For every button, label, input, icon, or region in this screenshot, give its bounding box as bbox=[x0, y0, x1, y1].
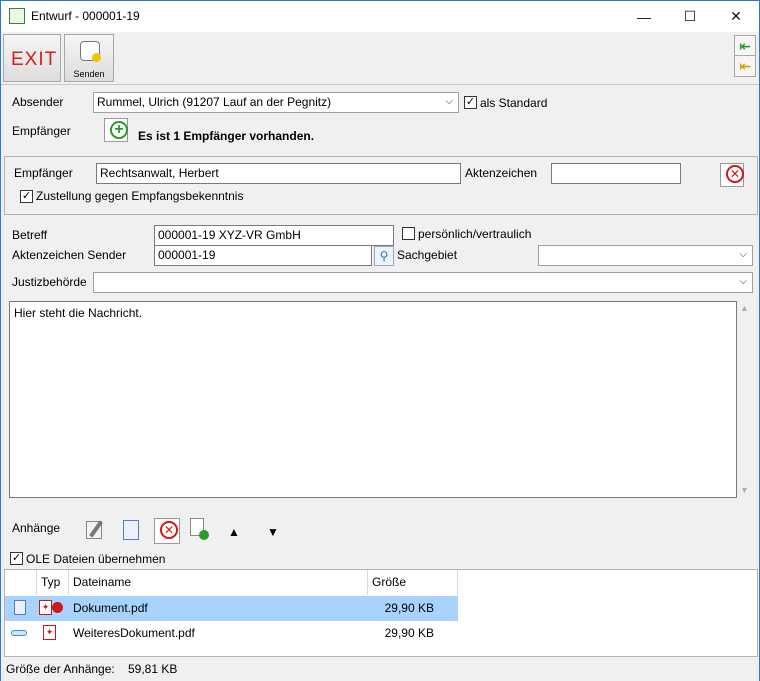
persoenlich-checkbox[interactable] bbox=[402, 227, 415, 240]
ole-label: OLE Dateien übernehmen bbox=[26, 552, 166, 566]
betreff-input[interactable]: 000001-19 XYZ-VR GmbH bbox=[154, 225, 394, 246]
aktenzeichen-sender-input[interactable]: 000001-19 bbox=[154, 245, 372, 266]
signature-seal-icon bbox=[52, 602, 63, 613]
remove-recipient-button[interactable]: ✕ bbox=[720, 163, 744, 187]
maximize-button[interactable]: ☐ bbox=[667, 1, 713, 32]
col-header-dateiname[interactable]: Dateiname bbox=[69, 570, 368, 595]
close-button[interactable]: ✕ bbox=[713, 1, 759, 32]
aktenzeichen-sender-label: Aktenzeichen Sender bbox=[12, 248, 127, 262]
status-bar: Größe der Anhänge: 59,81 KB bbox=[1, 657, 759, 681]
file-name: Dokument.pdf bbox=[73, 601, 148, 615]
app-icon bbox=[9, 8, 25, 24]
zustellung-label: Zustellung gegen Empfangsbekenntnis bbox=[36, 189, 244, 203]
arrow-left-yellow-icon[interactable]: ⇤ bbox=[734, 55, 756, 77]
persoenlich-label: persönlich/vertraulich bbox=[418, 227, 532, 241]
message-textarea[interactable]: Hier steht die Nachricht. bbox=[9, 301, 737, 498]
send-badge-icon bbox=[92, 53, 101, 62]
col-header-typ[interactable]: Typ bbox=[37, 570, 69, 595]
remove-icon: ✕ bbox=[726, 165, 744, 183]
table-row[interactable]: ✦ WeiteresDokument.pdf 29,90 KB bbox=[5, 621, 458, 646]
sachgebiet-label: Sachgebiet bbox=[397, 248, 458, 262]
anhaenge-label: Anhänge bbox=[12, 521, 61, 535]
move-down-icon[interactable]: ▼ bbox=[267, 525, 279, 539]
file-name: WeiteresDokument.pdf bbox=[73, 626, 195, 640]
send-mail-icon bbox=[80, 41, 101, 62]
table-row[interactable]: ✦ Dokument.pdf 29,90 KB bbox=[5, 596, 458, 621]
toolbar: EXIT Senden ⇤ ⇤ bbox=[1, 32, 759, 85]
add-icon: + bbox=[110, 121, 128, 139]
title-bar: Entwurf - 000001-19 — ☐ ✕ bbox=[1, 1, 759, 32]
move-up-icon[interactable]: ▲ bbox=[228, 525, 240, 539]
exit-label: EXIT bbox=[11, 49, 58, 70]
justizbehoerde-label: Justizbehörde bbox=[12, 275, 87, 289]
file-size: 29,90 KB bbox=[384, 601, 434, 615]
zustellung-checkbox[interactable]: ✓ bbox=[20, 190, 33, 203]
file-size: 29,90 KB bbox=[384, 626, 434, 640]
arrow-left-green-icon[interactable]: ⇤ bbox=[734, 35, 756, 57]
absender-value: Rummel, Ulrich (91207 Lauf an der Pegnit… bbox=[97, 95, 332, 109]
empfaenger-label: Empfänger bbox=[14, 166, 73, 180]
document-icon[interactable] bbox=[123, 520, 139, 540]
sachgebiet-select[interactable]: ⌵ bbox=[538, 245, 753, 266]
als-standard-label: als Standard bbox=[480, 96, 548, 110]
add-recipient-button[interactable]: + bbox=[104, 118, 128, 142]
scroll-up-icon[interactable]: ▲ bbox=[740, 303, 749, 313]
recipient-count-text: Es ist 1 Empfänger vorhanden. bbox=[138, 129, 315, 143]
empfaenger-header-label: Empfänger bbox=[12, 124, 71, 138]
col-header-blank bbox=[5, 570, 37, 595]
empfaenger-input[interactable]: Rechtsanwalt, Herbert bbox=[96, 163, 461, 184]
senden-label: Senden bbox=[73, 69, 105, 79]
message-scrollbar[interactable]: ▲ ▼ bbox=[737, 301, 752, 498]
add-list-icon[interactable] bbox=[190, 518, 212, 542]
senden-button[interactable]: Senden bbox=[64, 34, 114, 82]
recipient-panel: Empfänger Rechtsanwalt, Herbert Aktenzei… bbox=[4, 156, 758, 215]
chevron-down-icon: ⌵ bbox=[739, 249, 747, 260]
delete-icon: ✕ bbox=[160, 521, 178, 539]
scroll-down-icon[interactable]: ▼ bbox=[740, 485, 749, 495]
attachment-clip-icon bbox=[11, 630, 27, 636]
col-header-groesse[interactable]: Größe bbox=[368, 570, 458, 595]
total-size-label: Größe der Anhänge: bbox=[6, 662, 115, 676]
minimize-button[interactable]: — bbox=[621, 1, 667, 32]
chevron-down-icon: ⌵ bbox=[739, 276, 747, 287]
aktenzeichen-input[interactable] bbox=[551, 163, 681, 184]
als-standard-checkbox[interactable]: ✓ bbox=[464, 96, 477, 109]
pdf-icon: ✦ bbox=[43, 625, 56, 640]
attachments-table: Typ Dateiname Größe ✦ Dokument.pdf 29,90… bbox=[4, 569, 758, 657]
absender-label: Absender bbox=[12, 95, 64, 109]
delete-attachment-button[interactable]: ✕ bbox=[154, 518, 180, 544]
search-icon[interactable]: ⚲ bbox=[374, 246, 394, 266]
pdf-icon: ✦ bbox=[39, 600, 52, 615]
exit-button[interactable]: EXIT bbox=[3, 34, 61, 82]
file-icon bbox=[14, 600, 26, 615]
chevron-down-icon: ⌵ bbox=[445, 96, 453, 107]
ole-checkbox[interactable]: ✓ bbox=[10, 552, 23, 565]
window-title: Entwurf - 000001-19 bbox=[31, 9, 140, 23]
betreff-label: Betreff bbox=[12, 228, 48, 242]
edit-document-icon[interactable] bbox=[84, 518, 108, 542]
total-size-value: 59,81 KB bbox=[128, 662, 178, 676]
justizbehoerde-select[interactable]: ⌵ bbox=[93, 272, 753, 293]
absender-select[interactable]: Rummel, Ulrich (91207 Lauf an der Pegnit… bbox=[93, 92, 459, 113]
application-window: Entwurf - 000001-19 — ☐ ✕ EXIT Senden ⇤ … bbox=[0, 0, 760, 681]
aktenzeichen-label: Aktenzeichen bbox=[465, 166, 538, 180]
